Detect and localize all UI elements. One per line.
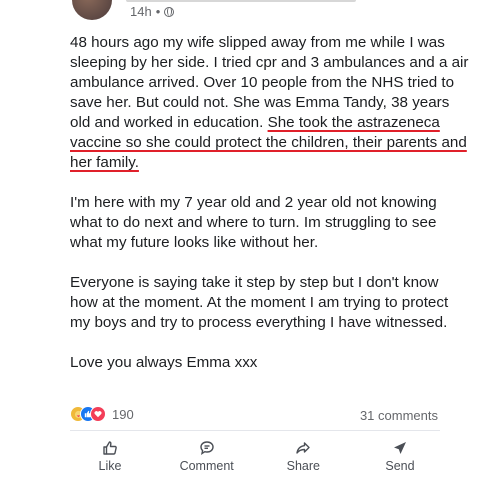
action-bar: Like Comment Share Send: [70, 440, 440, 473]
send-button[interactable]: Send: [360, 440, 440, 473]
globe-icon: [164, 6, 175, 17]
author-name-clipped[interactable]: [126, 0, 356, 2]
share-icon: [296, 442, 311, 454]
post-time[interactable]: 14h: [130, 4, 152, 19]
comment-icon: [199, 441, 214, 455]
comment-button[interactable]: Comment: [167, 440, 247, 473]
avatar[interactable]: [72, 0, 112, 20]
post-body: 48 hours ago my wife slipped away from m…: [70, 33, 470, 393]
comment-label: Comment: [179, 459, 234, 473]
paragraph-1: 48 hours ago my wife slipped away from m…: [70, 33, 470, 173]
meta-separator: •: [155, 4, 161, 19]
paragraph-2: I'm here with my 7 year old and 2 year o…: [70, 194, 437, 251]
share-button[interactable]: Share: [263, 440, 343, 473]
send-label: Send: [385, 459, 415, 473]
divider: [70, 430, 440, 431]
paragraph-3: Everyone is saying take it step by step …: [70, 274, 449, 331]
comments-count[interactable]: 31 comments: [360, 408, 438, 423]
post-card: 14h • 48 hours ago my wife slipped away …: [0, 0, 500, 496]
reactions-summary[interactable]: 190: [70, 406, 134, 422]
like-label: Like: [98, 459, 122, 473]
send-icon: [393, 442, 406, 454]
thumbs-up-icon: [103, 441, 117, 455]
paragraph-4: Love you always Emma xxx: [70, 354, 258, 371]
post-header: 14h •: [0, 0, 500, 22]
share-label: Share: [286, 459, 320, 473]
love-icon: [90, 406, 106, 422]
reaction-icons: [70, 406, 106, 422]
post-meta: 14h •: [130, 4, 175, 19]
reaction-count: 190: [112, 406, 134, 422]
like-button[interactable]: Like: [70, 440, 150, 473]
